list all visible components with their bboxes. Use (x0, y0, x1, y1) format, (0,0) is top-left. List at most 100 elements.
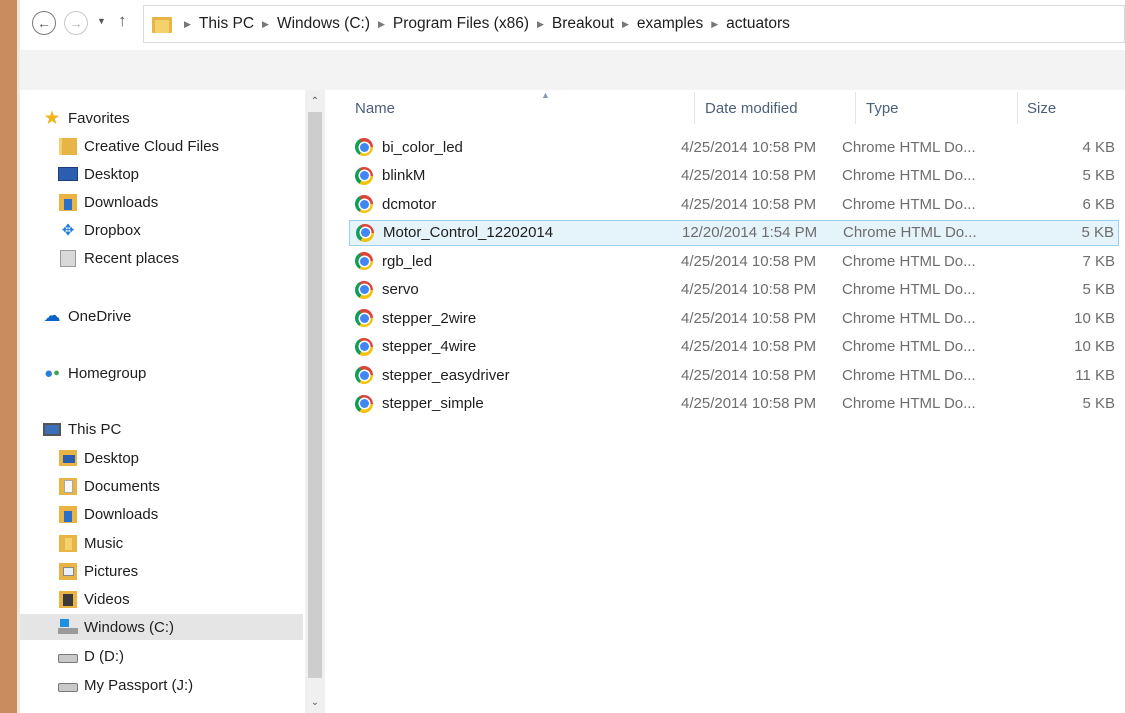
chrome-html-icon (355, 166, 373, 185)
column-divider[interactable] (1017, 92, 1018, 124)
column-label: Type (866, 99, 899, 117)
nav-item-pictures[interactable]: Pictures (58, 558, 138, 584)
file-date: 4/25/2014 10:58 PM (681, 309, 817, 327)
scrollbar-thumb[interactable] (308, 112, 322, 678)
folder-icon (152, 16, 172, 33)
file-row[interactable]: bi_color_led 4/25/2014 10:58 PM Chrome HTM… (349, 134, 1119, 160)
breadcrumb-item-current[interactable]: actuators (726, 15, 790, 33)
column-header-name[interactable]: Name ▲ (355, 90, 695, 126)
nav-item-my-passport[interactable]: My Passport (J:) (58, 672, 193, 698)
file-date: 4/25/2014 10:58 PM (681, 138, 817, 156)
file-size: 7 KB (1082, 252, 1115, 270)
breadcrumb-item[interactable]: Windows (C:) (277, 15, 370, 33)
column-label: Name (355, 99, 396, 117)
breadcrumb-item[interactable]: examples (637, 15, 703, 33)
breadcrumb-item[interactable]: Program Files (x86) (393, 15, 529, 33)
file-row[interactable]: servo 4/25/2014 10:58 PM Chrome HTML Do...… (349, 277, 1119, 303)
file-row[interactable]: dcmotor 4/25/2014 10:58 PM Chrome HTML Do.… (349, 191, 1119, 217)
breadcrumb-separator-icon[interactable]: ▶ (262, 19, 269, 30)
file-name-cell: stepper_simple (355, 391, 484, 417)
column-header-size[interactable]: Size (1027, 90, 1117, 126)
nav-label: Desktop (84, 449, 140, 467)
file-row[interactable]: blinkM 4/25/2014 10:58 PM Chrome HTML Do..… (349, 163, 1119, 189)
file-row[interactable]: stepper_easydriver 4/25/2014 10:58 PM Chro… (349, 362, 1119, 388)
nav-onedrive[interactable]: ☁ OneDrive (42, 303, 132, 329)
nav-this-pc[interactable]: This PC (42, 416, 121, 442)
column-divider[interactable] (694, 92, 695, 124)
up-button[interactable]: ↑ (118, 11, 127, 31)
nav-label: OneDrive (68, 307, 132, 325)
toolbar-strip (20, 50, 1125, 90)
nav-label: My Passport (J:) (84, 676, 194, 694)
windows-drive-icon (58, 618, 78, 636)
column-divider[interactable] (855, 92, 856, 124)
file-name: servo (382, 281, 419, 298)
nav-item-desktop-pc[interactable]: Desktop (58, 445, 139, 471)
file-date: 4/25/2014 10:58 PM (681, 281, 817, 298)
nav-favorites[interactable]: ★ Favorites (42, 105, 129, 131)
column-header-date[interactable]: Date modified (705, 90, 855, 126)
file-name-cell: dcmotor (355, 191, 436, 217)
nav-homegroup[interactable]: ● ● Homegroup (42, 360, 146, 386)
file-list: Name ▲ Date modified Type Size bi_color_… (325, 90, 1125, 713)
nav-label: Documents (84, 477, 160, 495)
file-size: 5 KB (1081, 224, 1114, 241)
drive-icon (58, 676, 78, 694)
forward-button[interactable]: → (64, 11, 88, 35)
file-name: stepper_simple (382, 395, 484, 412)
chevron-down-icon: ▼ (97, 16, 106, 26)
file-row[interactable]: Motor_Control_12202014 12/20/2014 1:54 PM… (349, 219, 1119, 246)
nav-item-dropbox[interactable]: ✥ Dropbox (58, 217, 141, 243)
arrow-up-icon: ↑ (118, 11, 127, 30)
nav-item-recent-places[interactable]: Recent places (58, 245, 179, 271)
nav-item-downloads-pc[interactable]: Downloads (58, 501, 158, 527)
nav-label: Downloads (84, 505, 159, 523)
file-date: 4/25/2014 10:58 PM (681, 338, 817, 355)
nav-item-desktop[interactable]: Desktop (58, 161, 139, 187)
nav-label: Desktop (84, 165, 140, 183)
file-name-cell: Motor_Control_12202014 (356, 221, 553, 245)
nav-item-d-drive[interactable]: D (D:) (58, 643, 124, 669)
recent-locations-button[interactable]: ▼ (97, 16, 106, 26)
breadcrumb-separator-icon[interactable]: ▶ (537, 19, 544, 30)
nav-item-windows-c[interactable]: Windows (C:) (20, 614, 303, 640)
file-type: Chrome HTML Do... (842, 167, 976, 184)
breadcrumb[interactable]: ▶ This PC ▶ Windows (C:) ▶ Program Files… (143, 5, 1125, 43)
nav-item-documents[interactable]: Documents (58, 473, 160, 499)
nav-label: Recent places (84, 249, 180, 267)
breadcrumb-item[interactable]: This PC (199, 15, 254, 33)
scroll-up-arrow-icon[interactable]: ⌃ (305, 92, 325, 110)
nav-item-downloads[interactable]: Downloads (58, 189, 158, 215)
back-button[interactable]: ← (32, 11, 56, 35)
music-folder-icon (58, 534, 78, 552)
breadcrumb-separator-icon[interactable]: ▶ (711, 19, 718, 30)
file-row[interactable]: rgb_led 4/25/2014 10:58 PM Chrome HTML Do.… (349, 248, 1119, 274)
nav-item-creative-cloud-files[interactable]: Creative Cloud Files (58, 133, 219, 159)
breadcrumb-separator-icon[interactable]: ▶ (184, 19, 191, 30)
breadcrumb-separator-icon[interactable]: ▶ (622, 19, 629, 30)
breadcrumb-separator-icon[interactable]: ▶ (378, 19, 385, 30)
file-date: 4/25/2014 10:58 PM (681, 366, 817, 384)
file-size: 11 KB (1075, 366, 1115, 384)
scroll-down-arrow-icon[interactable]: ⌄ (305, 693, 325, 711)
nav-scrollbar[interactable]: ⌃ ⌄ (305, 90, 325, 713)
file-row[interactable]: stepper_4wire 4/25/2014 10:58 PM Chrome HT… (349, 334, 1119, 360)
file-size: 10 KB (1074, 309, 1115, 327)
file-row[interactable]: stepper_2wire 4/25/2014 10:58 PM Chrome HT… (349, 305, 1119, 331)
navigation-pane: ★ Favorites Creative Cloud Files Desktop… (20, 90, 305, 713)
breadcrumb-item[interactable]: Breakout (552, 15, 614, 33)
address-bar-row: ← → ▼ ↑ ▶ This PC ▶ Windows (C:) ▶ Progr… (20, 0, 1125, 50)
file-name: rgb_led (382, 252, 433, 270)
folder-icon (58, 137, 78, 155)
file-size: 5 KB (1082, 281, 1115, 298)
file-size: 5 KB (1082, 167, 1115, 184)
file-row[interactable]: stepper_simple 4/25/2014 10:58 PM Chrome H… (349, 391, 1119, 417)
nav-item-music[interactable]: Music (58, 530, 123, 556)
nav-label: Downloads (84, 193, 159, 211)
nav-item-videos[interactable]: Videos (58, 586, 130, 612)
file-type: Chrome HTML Do... (842, 309, 976, 327)
column-header-type[interactable]: Type (866, 90, 1016, 126)
chrome-html-icon (355, 337, 373, 356)
file-name: stepper_2wire (382, 309, 477, 327)
file-type: Chrome HTML Do... (842, 395, 976, 412)
